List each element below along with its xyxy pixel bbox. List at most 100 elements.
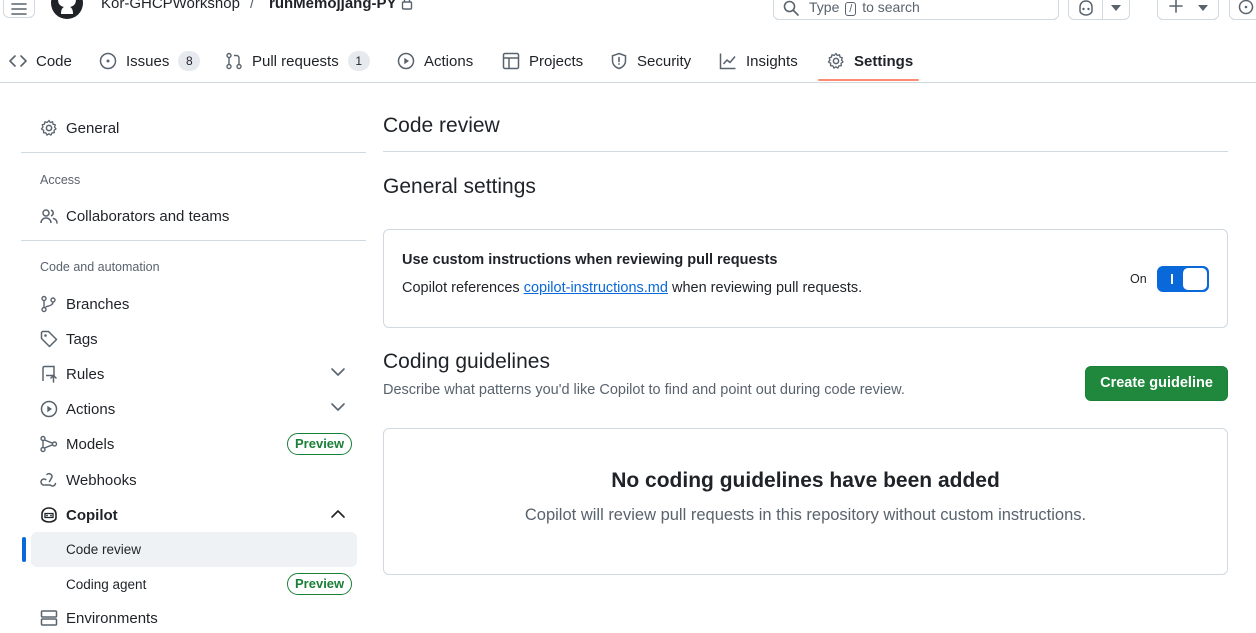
play-icon	[397, 52, 415, 70]
sidebar-item-code-review[interactable]: Code review	[31, 532, 357, 567]
sidebar-item-label: Copilot	[66, 506, 118, 524]
tab-issues[interactable]: Issues 8	[99, 40, 201, 82]
coding-guidelines-description: Describe what patterns you'd like Copilo…	[383, 382, 905, 398]
gear-icon	[40, 119, 58, 137]
sidebar-item-label: Environments	[66, 609, 158, 627]
tab-label: Projects	[529, 52, 584, 70]
tab-code[interactable]: Code	[9, 40, 72, 82]
tab-label: Code	[36, 52, 72, 70]
tab-label: Security	[637, 52, 692, 70]
sidebar-divider	[21, 240, 366, 241]
tab-projects[interactable]: Projects	[502, 40, 583, 82]
sidebar-item-label: General	[66, 119, 120, 137]
toggle-on-icon	[1171, 274, 1173, 284]
empty-state-description: Copilot will review pull requests in thi…	[524, 506, 1087, 524]
copilot-icon	[40, 507, 58, 523]
table-icon	[502, 52, 520, 70]
general-settings-heading: General settings	[383, 175, 536, 198]
play-icon	[40, 400, 58, 418]
preview-badge: Preview	[287, 573, 353, 595]
webhook-icon	[40, 471, 58, 489]
graph-icon	[719, 52, 737, 70]
chevron-down-icon[interactable]	[330, 367, 346, 377]
sidebar-divider	[21, 152, 366, 153]
create-new-button[interactable]	[1157, 0, 1219, 20]
toggle-state-label: On	[1130, 272, 1147, 286]
breadcrumb-owner[interactable]: Kor-GHCPWorkshop	[101, 0, 240, 12]
git-branch-icon	[40, 295, 58, 313]
sidebar-heading-access: Access	[40, 173, 81, 187]
custom-instructions-title: Use custom instructions when reviewing p…	[402, 252, 778, 268]
tab-insights[interactable]: Insights	[719, 40, 798, 82]
github-logo-icon[interactable]	[50, 0, 84, 20]
description-text: when reviewing pull requests.	[671, 280, 863, 296]
custom-instructions-card: Use custom instructions when reviewing p…	[383, 229, 1228, 328]
sidebar-item-rules[interactable]: Rules	[40, 359, 104, 389]
search-placeholder: Type / to search	[809, 0, 920, 16]
sidebar-item-copilot[interactable]: Copilot	[40, 500, 118, 530]
button-divider	[1102, 0, 1103, 19]
repo-tabs: Code Issues 8 Pull requests 1 Actions Pr…	[0, 40, 1256, 83]
search-icon	[783, 0, 799, 16]
tab-security[interactable]: Security	[610, 40, 691, 82]
triangle-down-icon[interactable]	[1111, 5, 1121, 11]
sidebar-heading-code-automation: Code and automation	[40, 260, 160, 274]
tab-actions[interactable]: Actions	[397, 40, 473, 82]
menu-button[interactable]	[3, 0, 35, 18]
breadcrumb-repo[interactable]: runMemojjang-PY	[269, 0, 397, 12]
repo-push-icon	[40, 365, 58, 383]
toggle-knob	[1183, 268, 1207, 290]
tab-label: Settings	[854, 52, 914, 70]
sidebar-item-label: Collaborators and teams	[66, 207, 230, 225]
tab-label: Pull requests	[252, 52, 339, 70]
breadcrumb-separator: /	[250, 0, 255, 12]
issue-opened-icon	[1238, 0, 1254, 15]
tab-label: Actions	[424, 52, 474, 70]
tab-settings[interactable]: Settings	[827, 40, 913, 82]
sidebar-item-label: Rules	[66, 365, 105, 383]
sidebar-item-environments[interactable]: Environments	[40, 603, 158, 633]
custom-instructions-toggle[interactable]	[1157, 266, 1209, 292]
custom-instructions-description: Copilot references copilot-instructions.…	[402, 280, 862, 296]
sidebar-item-label: Models	[66, 435, 115, 453]
search-input[interactable]: Type / to search	[773, 0, 1059, 20]
sidebar-item-tags[interactable]: Tags	[40, 324, 98, 354]
tag-icon	[40, 330, 58, 348]
create-guideline-button[interactable]: Create guideline	[1085, 366, 1228, 401]
sidebar-item-label: Tags	[66, 330, 98, 348]
coding-guidelines-heading: Coding guidelines	[383, 350, 550, 373]
sidebar-item-models[interactable]: Models	[40, 429, 114, 459]
copilot-button[interactable]	[1068, 0, 1130, 20]
sidebar-item-label: Coding agent	[66, 577, 147, 592]
triangle-down-icon	[1198, 5, 1208, 11]
sidebar-item-label: Actions	[66, 400, 116, 418]
tab-label: Insights	[746, 52, 798, 70]
preview-badge: Preview	[287, 433, 353, 455]
sidebar-item-label: Webhooks	[66, 471, 137, 489]
sidebar-item-collaborators[interactable]: Collaborators and teams	[40, 201, 229, 231]
sidebar-item-webhooks[interactable]: Webhooks	[40, 465, 137, 495]
tab-pull-requests[interactable]: Pull requests 1	[225, 40, 370, 82]
issues-button[interactable]	[1229, 0, 1256, 20]
sidebar-item-actions[interactable]: Actions	[40, 394, 115, 424]
sidebar-item-branches[interactable]: Branches	[40, 289, 129, 319]
plus-icon	[1169, 0, 1183, 13]
copilot-instructions-link[interactable]: copilot-instructions.md	[524, 280, 668, 296]
coding-guidelines-empty-state: No coding guidelines have been added Cop…	[383, 428, 1228, 575]
search-shortcut-key: /	[845, 2, 857, 16]
issue-opened-icon	[99, 52, 117, 70]
description-text: Copilot references	[402, 280, 520, 296]
chevron-up-icon[interactable]	[330, 509, 346, 519]
empty-state-title: No coding guidelines have been added	[611, 469, 1000, 492]
title-divider	[383, 151, 1228, 152]
server-icon	[40, 609, 58, 627]
sidebar-item-general[interactable]: General	[40, 113, 119, 143]
git-pull-request-icon	[225, 52, 243, 70]
chevron-down-icon[interactable]	[330, 402, 346, 412]
page-title: Code review	[383, 114, 500, 137]
code-icon	[9, 54, 27, 68]
sidebar-item-label: Code review	[66, 542, 142, 557]
tab-label: Issues	[126, 52, 170, 70]
pull-requests-counter: 1	[347, 51, 370, 71]
gear-icon	[827, 52, 845, 70]
